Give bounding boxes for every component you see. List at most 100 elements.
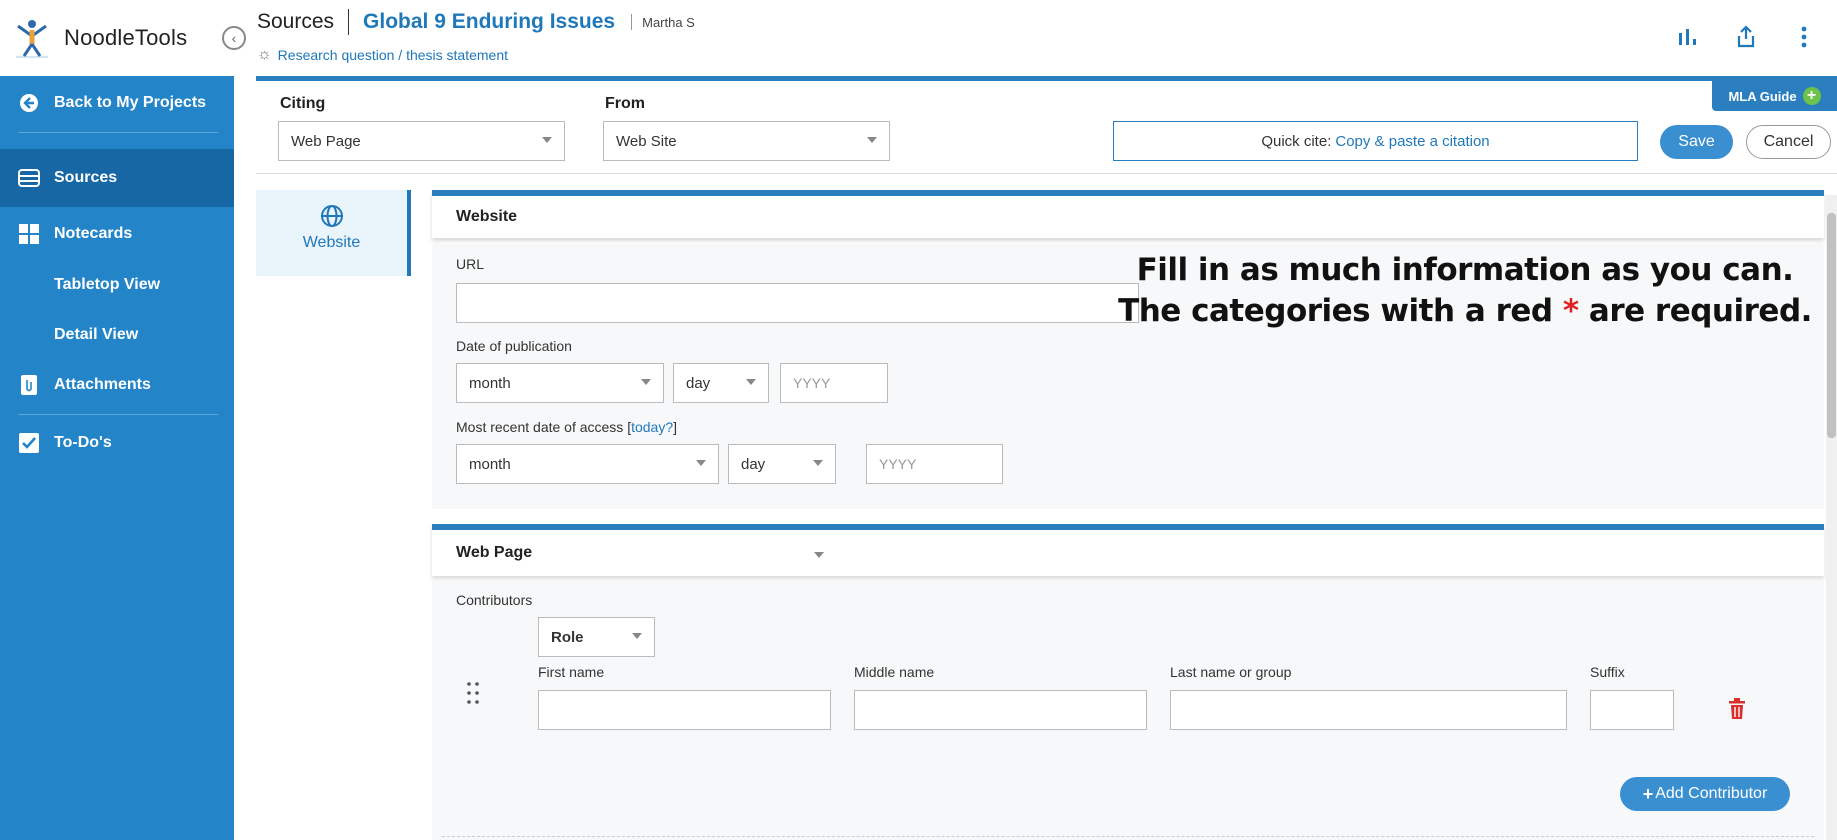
input-placeholder: YYYY (879, 456, 917, 472)
suffix-input[interactable] (1590, 690, 1674, 730)
app-header: NoodleTools ‹ Sources Global 9 Enduring … (0, 0, 1837, 76)
sidebar-item-tabletop-view[interactable]: Tabletop View (0, 258, 234, 312)
lightbulb-icon: ☼ (257, 46, 272, 63)
app-name: NoodleTools (64, 25, 188, 50)
sidebar-item-todos[interactable]: To-Do's (0, 416, 234, 470)
mla-guide-button[interactable]: MLA Guide + (1712, 81, 1837, 111)
instruction-line-1: Fill in as much information as you can. (1136, 252, 1794, 288)
globe-icon (320, 205, 343, 227)
contributors-label: Contributors (456, 592, 533, 608)
citing-select[interactable]: Web Page (278, 121, 565, 161)
user-name: Martha S (642, 14, 695, 30)
access-month-select[interactable]: month (456, 444, 719, 484)
add-contributor-label: Add Contributor (1655, 785, 1768, 802)
website-panel-header: Website (432, 190, 1824, 238)
scrollbar-thumb[interactable] (1827, 213, 1836, 438)
divider (631, 14, 633, 30)
quick-cite-button[interactable]: Quick cite: Copy & paste a citation (1113, 121, 1638, 161)
url-label: URL (456, 256, 485, 272)
sidebar-item-label: Back to My Projects (54, 94, 207, 111)
publication-year-input[interactable]: YYYY (780, 363, 888, 403)
cancel-button[interactable]: Cancel (1746, 125, 1831, 159)
select-value: day (741, 455, 766, 473)
plus-icon: + (1642, 783, 1654, 804)
publication-month-select[interactable]: month (456, 363, 664, 403)
select-value: month (469, 374, 511, 392)
panel-title: Web Page (456, 544, 533, 561)
divider (18, 414, 218, 415)
sidebar-item-back[interactable]: Back to My Projects (0, 76, 234, 130)
add-contributor-button[interactable]: + Add Contributor (1620, 777, 1790, 811)
share-icon[interactable] (1731, 22, 1761, 52)
quick-cite-link: Copy & paste a citation (1335, 132, 1490, 150)
project-title[interactable]: Global 9 Enduring Issues (363, 10, 615, 34)
bar-chart-icon[interactable] (1673, 22, 1703, 52)
access-year-input[interactable]: YYYY (866, 444, 1003, 484)
sidebar: Back to My Projects Sources Notecards Ta… (0, 76, 234, 840)
tab-website-label: Website (302, 234, 361, 251)
webpage-panel-header[interactable]: Web Page (432, 524, 1824, 576)
trash-icon[interactable] (1728, 698, 1746, 725)
chevron-down-icon (814, 552, 824, 558)
chevron-down-icon (746, 379, 756, 385)
save-button[interactable]: Save (1660, 125, 1733, 159)
plus-circle-icon: + (1802, 87, 1821, 105)
sidebar-item-attachments[interactable]: Attachments (0, 358, 234, 412)
sidebar-item-notecards[interactable]: Notecards (0, 207, 234, 261)
access-day-select[interactable]: day (728, 444, 836, 484)
chevron-down-icon (542, 137, 552, 143)
sidebar-item-label: Notecards (54, 225, 133, 242)
chevron-down-icon (813, 460, 823, 466)
required-star: * (1562, 293, 1579, 329)
contributor-role-select[interactable]: Role (538, 617, 655, 657)
paperclip-icon (18, 374, 40, 396)
page-scrollbar[interactable] (1826, 195, 1837, 840)
instruction-text-part: are required. (1588, 293, 1813, 329)
divider (18, 132, 218, 133)
panel-title: Website (456, 208, 518, 225)
sidebar-item-label: Sources (54, 169, 118, 186)
noodletools-logo[interactable]: NoodleTools (0, 0, 234, 76)
title-area: Sources Global 9 Enduring Issues Martha … (257, 8, 695, 64)
tab-website[interactable]: Website (256, 190, 411, 276)
middle-name-input[interactable] (854, 690, 1147, 730)
sidebar-item-label: Attachments (54, 376, 151, 393)
webpage-panel-body: Contributors Role First name Middle name… (432, 580, 1824, 840)
more-vert-icon[interactable] (1789, 22, 1819, 52)
noodletools-logo-icon (16, 20, 48, 58)
page-section: Sources (257, 10, 335, 33)
chevron-left-icon: ‹ (231, 30, 237, 46)
divider (348, 9, 350, 35)
url-input[interactable] (456, 283, 1139, 323)
today-link[interactable]: today? (631, 419, 673, 435)
quick-cite-prefix: Quick cite: (1261, 132, 1332, 150)
instruction-text-part: The categories with a red (1118, 293, 1553, 329)
mla-guide-label: MLA Guide (1728, 88, 1797, 104)
sidebar-item-label: Tabletop View (54, 276, 161, 293)
last-name-input[interactable] (1170, 690, 1567, 730)
sidebar-item-label: Detail View (54, 326, 139, 343)
chevron-down-icon (867, 137, 877, 143)
research-question-link[interactable]: ☼ Research question / thesis statement (257, 46, 695, 64)
first-name-input[interactable] (538, 690, 831, 730)
citing-select-value: Web Page (291, 132, 361, 150)
access-label-suffix: ] (673, 419, 678, 435)
instruction-text: Fill in as much information as you can. … (1110, 250, 1820, 332)
research-question-label: Research question / thesis statement (277, 47, 509, 63)
chevron-down-icon (632, 633, 642, 639)
select-value: month (469, 455, 511, 473)
collapse-sidebar-button[interactable]: ‹ (222, 26, 246, 50)
chevron-down-icon (641, 379, 651, 385)
from-label: From (605, 95, 645, 112)
from-select-value: Web Site (616, 132, 677, 150)
sidebar-item-detail-view[interactable]: Detail View (0, 308, 234, 362)
sources-stack-icon (18, 167, 40, 189)
middle-name-label: Middle name (854, 664, 935, 680)
sidebar-item-sources[interactable]: Sources (0, 149, 234, 207)
from-select[interactable]: Web Site (603, 121, 890, 161)
publication-day-select[interactable]: day (673, 363, 769, 403)
chevron-down-icon (696, 460, 706, 466)
access-date-label: Most recent date of access [today?] (456, 419, 677, 435)
select-value: Role (551, 628, 584, 646)
drag-handle-icon[interactable] (466, 681, 480, 710)
